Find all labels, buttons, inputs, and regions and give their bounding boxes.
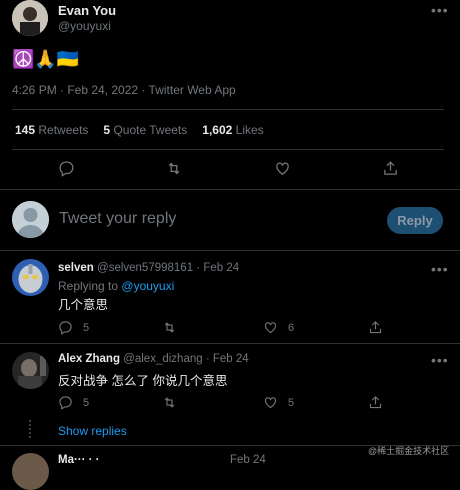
reply-date[interactable]: Feb 24	[230, 454, 266, 466]
like-count: 6	[288, 321, 295, 334]
retweets-count: 145	[15, 123, 36, 137]
like-count: 5	[288, 396, 295, 409]
divider	[0, 343, 460, 344]
author-name[interactable]: Evan You	[58, 3, 116, 18]
like-action[interactable]: 5	[263, 395, 294, 410]
reply-header: selven @selven57998161 · Feb 24	[58, 262, 239, 274]
show-replies-link[interactable]: Show replies	[58, 424, 127, 438]
retweet-icon[interactable]	[162, 395, 177, 410]
divider	[0, 189, 460, 190]
likes-count: 1,602	[202, 123, 233, 137]
reply-avatar[interactable]	[12, 352, 49, 389]
quotes-count: 5	[103, 123, 111, 137]
retweets-stat[interactable]: 145 Retweets	[15, 123, 88, 137]
like-icon	[263, 320, 278, 335]
share-icon[interactable]	[368, 320, 383, 335]
more-options-icon[interactable]: •••	[431, 261, 449, 277]
reply-date[interactable]: Feb 24	[213, 353, 249, 365]
reply-dot: ·	[196, 262, 201, 274]
quotes-stat[interactable]: 5 Quote Tweets	[103, 123, 187, 137]
replying-to: Replying to @youyuxi	[58, 279, 174, 293]
reply-text: 反对战争 怎么了 你说几个意思	[58, 374, 228, 388]
retweet-icon[interactable]	[165, 160, 183, 177]
reply-author-handle[interactable]: @alex_dizhang	[123, 353, 202, 365]
tweet-stats: 145 Retweets 5 Quote Tweets 1,602 Likes	[15, 123, 264, 137]
reply-button[interactable]: Reply	[387, 207, 443, 234]
more-options-icon[interactable]: •••	[431, 352, 449, 368]
retweets-label: Retweets	[38, 123, 89, 137]
reply-header: Alex Zhang @alex_dizhang · Feb 24	[58, 353, 249, 365]
user-avatar[interactable]	[12, 201, 49, 238]
replying-to-handle[interactable]: @youyuxi	[121, 279, 174, 293]
reply-count: 5	[83, 321, 90, 334]
author-handle[interactable]: @youyuxi	[58, 19, 111, 33]
reply-avatar[interactable]	[12, 259, 49, 296]
reply-dot: ·	[205, 353, 210, 365]
reply-author-name[interactable]: Alex Zhang	[58, 353, 120, 365]
like-icon[interactable]	[274, 160, 291, 177]
reply-action[interactable]: 5	[58, 395, 89, 410]
tweet-text: ☮️🙏🇺🇦	[12, 49, 80, 69]
divider	[12, 149, 444, 150]
quotes-label: Quote Tweets	[113, 123, 188, 137]
divider	[12, 109, 444, 110]
reply-icon	[58, 395, 73, 410]
reply-author-handle[interactable]: @selven57998161	[97, 262, 193, 274]
author-avatar[interactable]	[12, 0, 48, 36]
reply-date[interactable]: Feb 24	[203, 262, 239, 274]
like-action[interactable]: 6	[263, 320, 294, 335]
like-icon	[263, 395, 278, 410]
reply-author-name[interactable]: Ma··· · ·	[58, 454, 100, 466]
reply-count: 5	[83, 396, 90, 409]
reply-icon[interactable]	[58, 160, 75, 177]
reply-icon	[58, 320, 73, 335]
likes-stat[interactable]: 1,602 Likes	[202, 123, 263, 137]
retweet-icon[interactable]	[162, 320, 177, 335]
reply-author-name[interactable]: selven	[58, 262, 94, 274]
tweet-meta: 4:26 PM · Feb 24, 2022 · Twitter Web App	[12, 83, 236, 97]
reply-avatar[interactable]	[12, 453, 49, 490]
reply-input[interactable]: Tweet your reply	[59, 210, 369, 228]
share-icon[interactable]	[382, 160, 399, 177]
reply-action[interactable]: 5	[58, 320, 89, 335]
thread-connector	[29, 420, 33, 438]
replying-to-label: Replying to	[58, 279, 119, 293]
share-icon[interactable]	[368, 395, 383, 410]
more-options-icon[interactable]: •••	[431, 2, 449, 18]
reply-text: 几个意思	[58, 298, 109, 312]
likes-label: Likes	[235, 123, 264, 137]
watermark: @稀土掘金技术社区	[368, 446, 450, 456]
divider	[0, 250, 460, 251]
